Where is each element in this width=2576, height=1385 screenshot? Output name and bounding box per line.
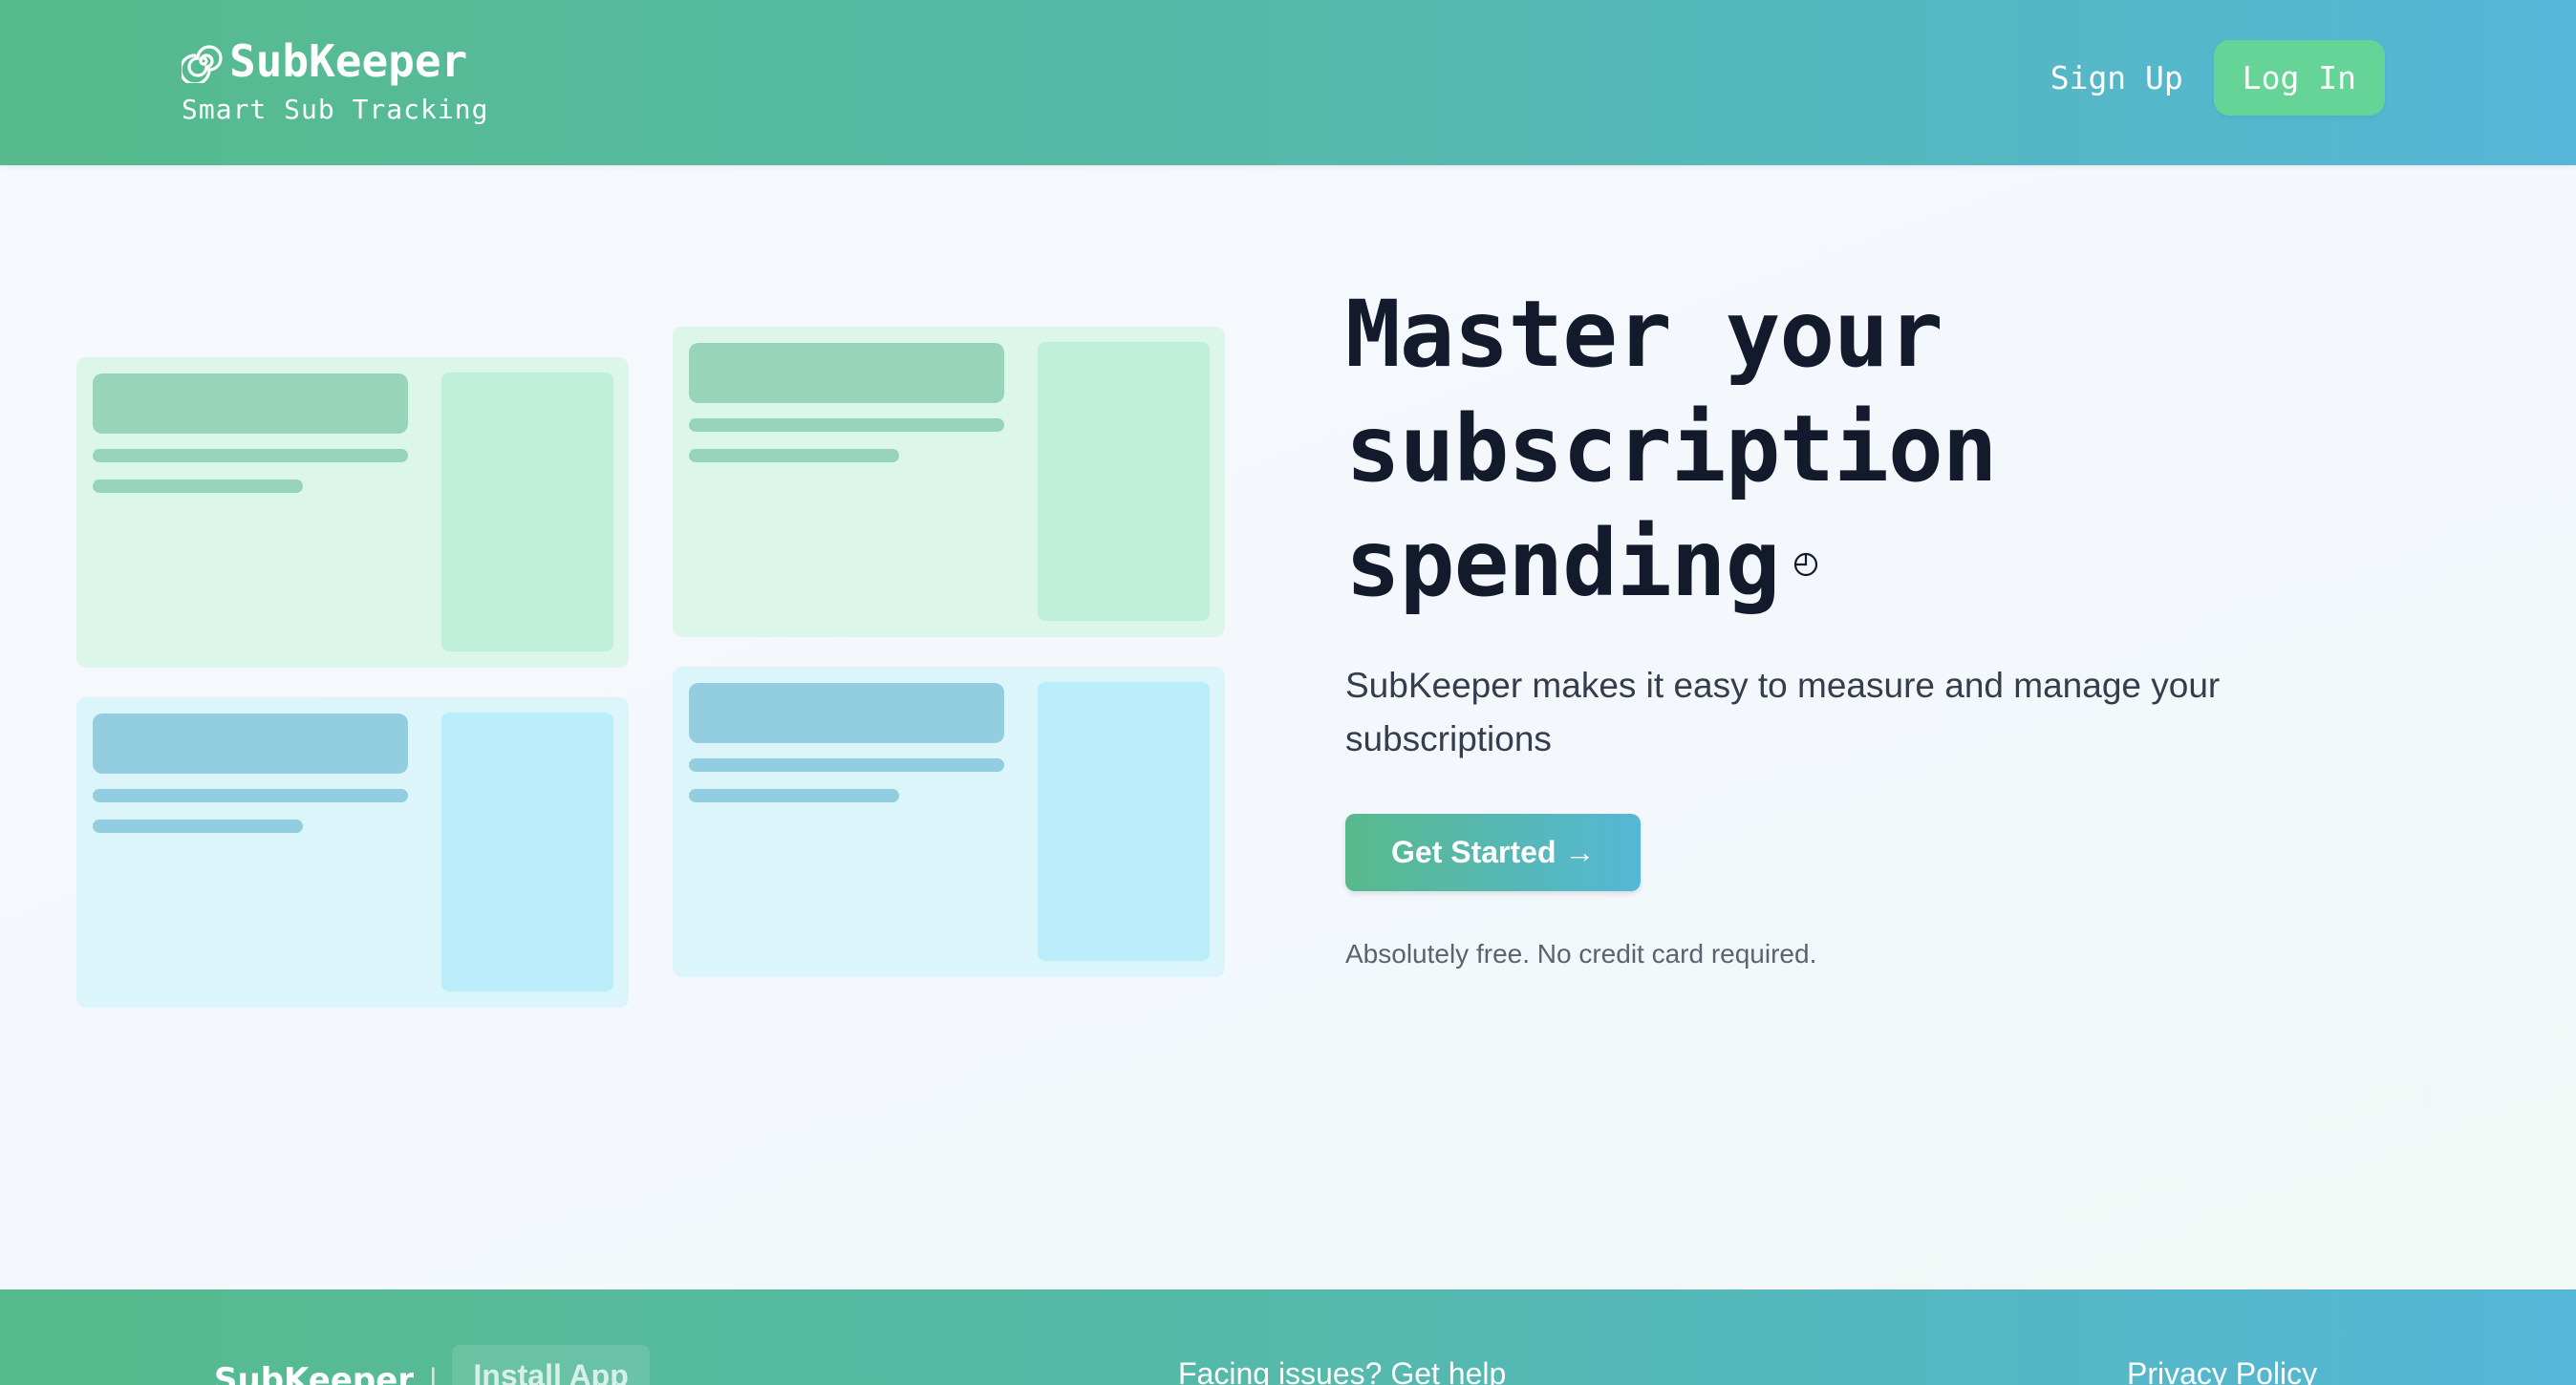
card-placeholder-line: [689, 789, 899, 802]
card-placeholder-panel: [441, 713, 613, 991]
hero-title: Master your subscription spending: [1345, 277, 2301, 621]
hero-title-line-1: Master your: [1345, 281, 1943, 388]
footer: SubKeeper | Install App Facing issues? G…: [0, 1289, 2576, 1385]
card-placeholder-header: [689, 683, 1004, 743]
card-placeholder-header: [689, 343, 1004, 403]
illustration-card-top-right: [673, 327, 1225, 637]
card-placeholder-line: [689, 449, 899, 462]
brand-block[interactable]: SubKeeper Smart Sub Tracking: [182, 31, 488, 125]
get-help-link[interactable]: Facing issues? Get help: [1178, 1356, 1506, 1385]
top-header: SubKeeper Smart Sub Tracking Sign Up Log…: [0, 0, 2576, 165]
privacy-policy-link[interactable]: Privacy Policy: [2127, 1356, 2317, 1385]
top-nav: Sign Up Log In: [2050, 40, 2385, 116]
card-placeholder-line: [93, 789, 408, 802]
hero-section: Master your subscription spending SubKee…: [1345, 277, 2301, 970]
card-placeholder-header: [93, 714, 408, 774]
hero-subtitle: SubKeeper makes it easy to measure and m…: [1345, 666, 2221, 758]
footer-brand-name: SubKeeper: [214, 1360, 415, 1385]
dashboard-illustration: [75, 325, 1226, 1008]
card-placeholder-line: [689, 758, 1004, 772]
brand-name: SubKeeper: [229, 35, 468, 87]
illustration-card-bottom-right: [673, 667, 1225, 977]
card-placeholder-line: [689, 418, 1004, 432]
card-placeholder-panel: [441, 373, 613, 651]
brand-row: SubKeeper: [182, 31, 488, 92]
card-placeholder-line: [93, 479, 303, 493]
footer-separator: |: [429, 1362, 438, 1385]
hero-note: Absolutely free. No credit card required…: [1345, 939, 1817, 969]
brand-tagline: Smart Sub Tracking: [182, 94, 489, 125]
card-placeholder-panel: [1038, 682, 1210, 961]
clock-icon: [1794, 552, 1818, 576]
illustration-card-bottom-left: [76, 697, 629, 1008]
card-placeholder-header: [93, 373, 408, 434]
get-started-button[interactable]: Get Started →: [1345, 814, 1642, 891]
card-placeholder-line: [93, 449, 408, 462]
footer-left: SubKeeper | Install App: [214, 1345, 650, 1385]
card-placeholder-line: [93, 820, 303, 833]
hero-title-line-3: spending: [1345, 510, 1780, 617]
card-placeholder-panel: [1038, 342, 1210, 621]
illustration-card-top-left: [76, 357, 629, 668]
spiral-logo-icon: [182, 45, 223, 83]
install-app-button[interactable]: Install App: [452, 1345, 650, 1385]
log-in-button[interactable]: Log In: [2213, 40, 2385, 116]
sign-up-link[interactable]: Sign Up: [2050, 59, 2183, 96]
hero-title-line-2: subscription: [1345, 395, 1998, 502]
